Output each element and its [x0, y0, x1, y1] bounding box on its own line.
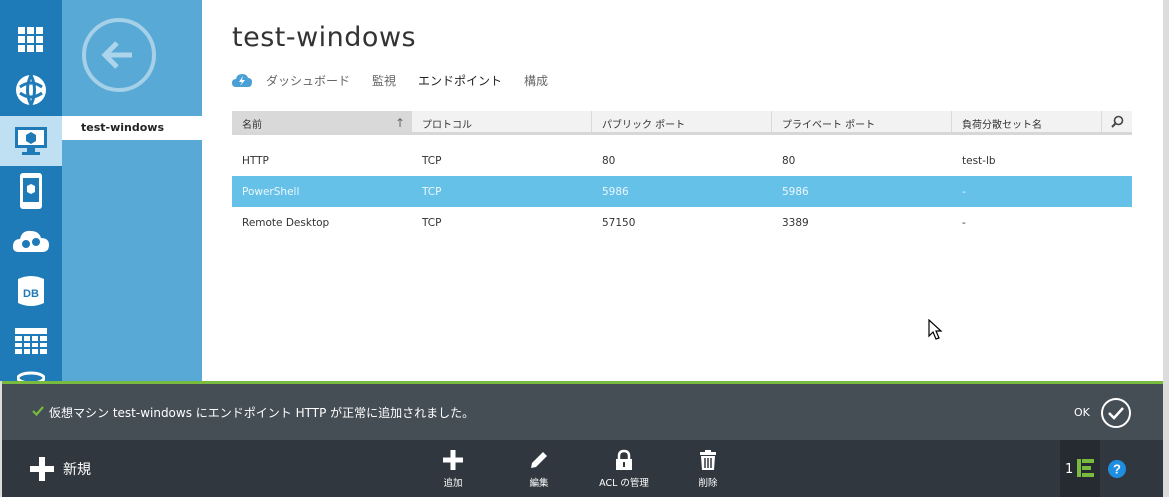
cell-protocol: TCP — [422, 216, 442, 229]
cell-name: PowerShell — [242, 185, 300, 198]
column-header-label: 名前 — [242, 120, 262, 131]
cloud-services-icon[interactable] — [0, 216, 62, 266]
storage-icon[interactable] — [0, 316, 62, 366]
sort-up-icon: ↑ — [394, 116, 405, 130]
page-title: test-windows — [232, 22, 417, 53]
cell-private-port: 80 — [782, 154, 796, 167]
pencil-icon — [531, 452, 547, 468]
status-count: 1 — [1065, 462, 1074, 477]
cell-public-port: 57150 — [602, 216, 636, 229]
column-header-label: プライベート ポート — [782, 120, 876, 131]
ok-circle-icon[interactable] — [1100, 397, 1132, 429]
tab-configure[interactable]: 構成 — [524, 72, 548, 89]
web-sites-icon[interactable] — [0, 65, 62, 115]
new-button-label: 新規 — [63, 462, 91, 478]
cell-name: HTTP — [242, 154, 269, 167]
column-header-label: 負荷分散セット名 — [962, 120, 1042, 131]
subnav-item-test-windows[interactable]: test-windows — [62, 116, 202, 140]
all-items-icon[interactable] — [0, 15, 62, 65]
mobile-services-icon[interactable] — [0, 166, 62, 216]
notification-ok-label: OK — [1074, 406, 1090, 419]
column-header-name[interactable]: 名前 ↑ — [232, 111, 412, 132]
notification-message: 仮想マシン test-windows にエンドポイント HTTP が正常に追加さ… — [49, 406, 475, 420]
column-header-lb-set[interactable]: 負荷分散セット名 — [952, 111, 1102, 132]
sub-navigation: test-windows — [62, 0, 202, 381]
cell-private-port: 5986 — [782, 185, 809, 198]
search-button[interactable] — [1102, 111, 1132, 132]
window-edge — [0, 381, 2, 497]
check-icon — [32, 406, 44, 416]
edit-button-label: 編集 — [529, 478, 549, 489]
column-header-private-port[interactable]: プライベート ポート — [772, 111, 952, 132]
tab-endpoints[interactable]: エンドポイント — [418, 72, 502, 89]
manage-acl-button-label: ACL の管理 — [599, 478, 649, 489]
left-nav-rail: DB — [0, 0, 62, 381]
column-header-protocol[interactable]: プロトコル — [412, 111, 592, 132]
main-content: test-windows ダッシュボード 監視 エンドポイント 構成 名前 ↑ … — [202, 0, 1169, 381]
quick-start-icon[interactable] — [232, 72, 252, 88]
cell-lb-set: test-lb — [962, 154, 996, 167]
cell-protocol: TCP — [422, 154, 442, 167]
back-arrow-icon — [101, 41, 132, 69]
notification-bar: 仮想マシン test-windows にエンドポイント HTTP が正常に追加さ… — [2, 381, 1163, 440]
column-header-public-port[interactable]: パブリック ポート — [592, 111, 772, 132]
trash-icon — [700, 450, 716, 470]
lock-icon — [616, 449, 632, 470]
virtual-machines-icon[interactable] — [0, 116, 62, 166]
delete-button-label: 削除 — [698, 478, 718, 489]
tab-dashboard[interactable]: ダッシュボード — [266, 72, 350, 89]
add-button-label: 追加 — [443, 478, 463, 489]
table-row[interactable]: Remote Desktop TCP 57150 3389 - — [232, 207, 1132, 238]
cell-private-port: 3389 — [782, 216, 809, 229]
window-edge — [1163, 0, 1169, 497]
back-button[interactable] — [82, 18, 156, 92]
manage-acl-button[interactable]: ACL の管理 — [594, 449, 654, 489]
search-icon — [1110, 115, 1123, 128]
plus-icon — [30, 457, 54, 481]
column-header-label: パブリック ポート — [602, 120, 686, 131]
help-icon[interactable]: ? — [1107, 459, 1127, 479]
plus-icon — [443, 450, 463, 470]
cell-protocol: TCP — [422, 185, 442, 198]
table-row[interactable]: HTTP TCP 80 80 test-lb — [232, 145, 1132, 176]
cell-lb-set: - — [962, 185, 966, 198]
tab-bar: ダッシュボード 監視 エンドポイント 構成 — [232, 70, 570, 90]
cell-public-port: 80 — [602, 154, 616, 167]
new-button[interactable]: 新規 — [29, 456, 91, 482]
sql-databases-icon[interactable]: DB — [0, 266, 62, 316]
svg-text:DB: DB — [23, 288, 39, 300]
edit-button[interactable]: 編集 — [509, 449, 569, 489]
add-button[interactable]: 追加 — [423, 449, 483, 489]
hdinsight-icon[interactable] — [0, 366, 62, 381]
cell-lb-set: - — [962, 216, 966, 229]
column-header-label: プロトコル — [422, 120, 472, 131]
endpoints-table: 名前 ↑ プロトコル パブリック ポート プライベート ポート 負荷分散セット名… — [232, 111, 1132, 238]
table-body: HTTP TCP 80 80 test-lb PowerShell TCP 59… — [232, 145, 1132, 238]
tab-monitor[interactable]: 監視 — [372, 72, 396, 89]
delete-button[interactable]: 削除 — [678, 449, 738, 489]
table-row[interactable]: PowerShell TCP 5986 5986 - — [232, 176, 1132, 207]
cell-name: Remote Desktop — [242, 216, 330, 229]
command-bar: 新規 追加 編集 ACL の管理 削除 1 ? — [2, 440, 1163, 497]
status-list-icon[interactable] — [1076, 458, 1096, 478]
cell-public-port: 5986 — [602, 185, 629, 198]
svg-text:?: ? — [1113, 462, 1121, 477]
mouse-cursor-icon — [928, 319, 943, 340]
table-header: 名前 ↑ プロトコル パブリック ポート プライベート ポート 負荷分散セット名 — [232, 111, 1132, 135]
